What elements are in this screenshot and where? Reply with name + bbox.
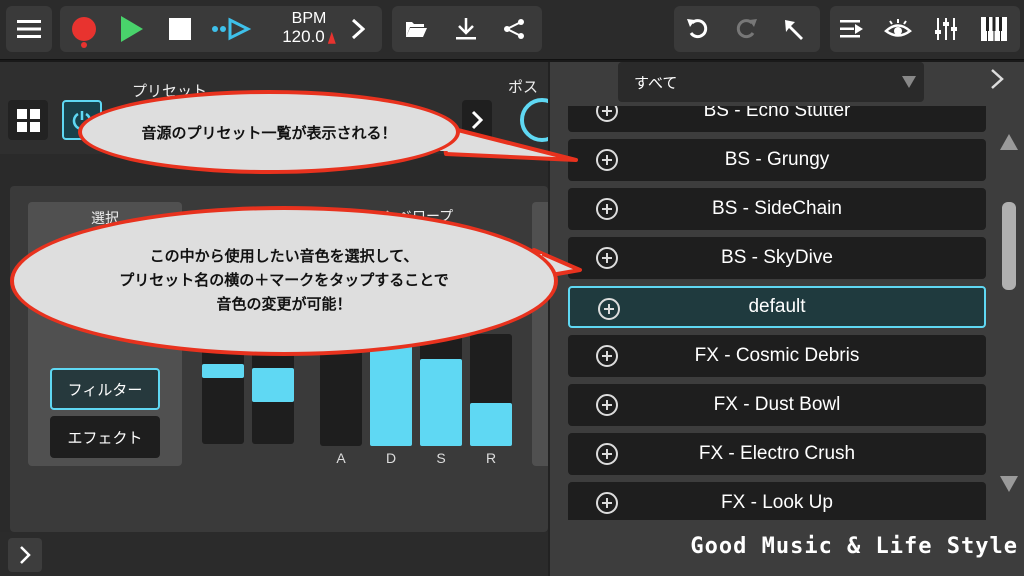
scrollbar-thumb[interactable] [1002, 202, 1016, 290]
preset-name: BS - Grungy [724, 149, 830, 170]
bubble2-line-1: この中から使用したい音色を選択して、 [149, 248, 419, 265]
file-group [392, 6, 542, 52]
annotation-bubble-1: 音源のプリセット一覧が表示される！ [78, 90, 460, 174]
bpm-value: 120.0 [282, 27, 325, 46]
chevron-right-icon [991, 69, 1004, 89]
eye-icon [884, 19, 912, 37]
track-list-icon [840, 20, 863, 38]
adsr-label: A [336, 450, 346, 466]
preset-item[interactable]: FX - Cosmic Debris [568, 335, 986, 377]
bubble2-line-3: 音色の変更が可能！ [216, 296, 352, 313]
watermark: Good Music & Life Style [690, 534, 1018, 559]
adsr-label: D [385, 450, 397, 466]
adsr-slider-r[interactable] [470, 334, 512, 446]
add-circle-icon[interactable] [598, 298, 620, 320]
bubble2-line-2: プリセット名の横の＋マークをタップすることで [119, 272, 449, 289]
preset-name: FX - Cosmic Debris [694, 345, 860, 366]
tracks-view-button[interactable] [830, 6, 874, 52]
transport-more-button[interactable] [336, 6, 380, 52]
pointer-tool-button[interactable] [772, 6, 816, 52]
add-circle-icon[interactable] [596, 247, 618, 269]
bubble1-tail [440, 124, 578, 162]
chevron-right-icon [20, 546, 31, 564]
preset-name: default [748, 296, 806, 317]
browser-next-button[interactable] [990, 68, 1004, 97]
mixer-sliders-icon [935, 18, 957, 40]
bubble1-text: 音源のプリセット一覧が表示される！ [141, 124, 397, 142]
hamburger-icon [6, 6, 52, 52]
effect-button[interactable]: エフェクト [50, 416, 160, 458]
scroll-down-icon[interactable] [1000, 476, 1018, 492]
preset-name: FX - Electro Crush [698, 443, 856, 464]
share-button[interactable] [492, 6, 536, 52]
play-icon [121, 16, 143, 42]
stop-button[interactable] [158, 6, 202, 52]
open-button[interactable] [394, 6, 438, 52]
preset-item[interactable]: default [568, 286, 986, 328]
scroll-up-icon[interactable] [1000, 134, 1018, 150]
preset-item[interactable]: FX - Look Up [568, 482, 986, 520]
transport-group: BPM 120.0 [60, 6, 382, 52]
adsr-slider-s[interactable] [420, 334, 462, 446]
add-circle-icon[interactable] [596, 106, 618, 122]
dropdown-caret-icon [902, 76, 916, 88]
preset-item[interactable]: BS - Echo Stutter [568, 106, 986, 132]
preset-name: BS - SideChain [712, 198, 842, 219]
add-circle-icon[interactable] [596, 198, 618, 220]
preset-item[interactable]: BS - SkyDive [568, 237, 986, 279]
redo-button[interactable] [724, 6, 768, 52]
keyboard-button[interactable] [972, 6, 1016, 52]
preset-item[interactable]: BS - Grungy [568, 139, 986, 181]
adsr-label: S [436, 450, 446, 466]
metronome-icon [327, 31, 336, 44]
preset-item[interactable]: FX - Electro Crush [568, 433, 986, 475]
position-label: ポス [508, 79, 539, 96]
piano-keys-icon [981, 17, 1007, 41]
expand-button[interactable] [8, 538, 42, 572]
undo-icon [687, 19, 708, 39]
add-circle-icon[interactable] [596, 149, 618, 171]
adsr-label: R [485, 450, 497, 466]
add-circle-icon[interactable] [596, 394, 618, 416]
preset-name: FX - Look Up [721, 492, 833, 513]
add-circle-icon[interactable] [596, 345, 618, 367]
mixer-button[interactable] [924, 6, 968, 52]
folder-open-icon [405, 22, 427, 37]
category-value: すべて [634, 74, 678, 92]
play-button[interactable] [110, 6, 154, 52]
loop-play-icon [212, 17, 251, 41]
preset-item[interactable]: FX - Dust Bowl [568, 384, 986, 426]
redo-icon [736, 19, 757, 39]
loop-button[interactable] [206, 6, 256, 52]
undo-button[interactable] [676, 6, 720, 52]
top-toolbar: BPM 120.0 [0, 0, 1024, 60]
view-group [830, 6, 1020, 52]
bottom-bar [0, 532, 548, 576]
preset-browser: すべて BS - Echo Stutter BS - Grungy BS - Sid… [548, 62, 1024, 576]
preset-name: FX - Dust Bowl [713, 394, 841, 415]
add-circle-icon[interactable] [596, 492, 618, 514]
preset-list: BS - Echo Stutter BS - Grungy BS - SideCha… [568, 106, 988, 520]
export-button[interactable] [444, 6, 488, 52]
download-icon [456, 18, 476, 40]
menu-button[interactable] [6, 6, 52, 52]
add-circle-icon[interactable] [596, 443, 618, 465]
annotation-bubble-2: この中から使用したい音色を選択して、 プリセット名の横の＋マークをタップすること… [10, 206, 558, 356]
preset-item[interactable]: BS - SideChain [568, 188, 986, 230]
cursor-arrow-icon [785, 20, 803, 40]
preset-name: BS - Echo Stutter [703, 106, 851, 121]
grid-view-button[interactable] [8, 100, 48, 140]
category-dropdown[interactable]: すべて [618, 62, 924, 102]
filter-button[interactable]: フィルター [50, 368, 160, 410]
record-button[interactable] [62, 6, 106, 52]
preset-name: BS - SkyDive [721, 247, 833, 268]
edit-group [674, 6, 820, 52]
visibility-button[interactable] [876, 6, 920, 52]
share-icon [504, 19, 524, 39]
record-icon [72, 17, 96, 41]
stop-icon [169, 18, 191, 40]
chevron-right-icon [351, 18, 365, 40]
